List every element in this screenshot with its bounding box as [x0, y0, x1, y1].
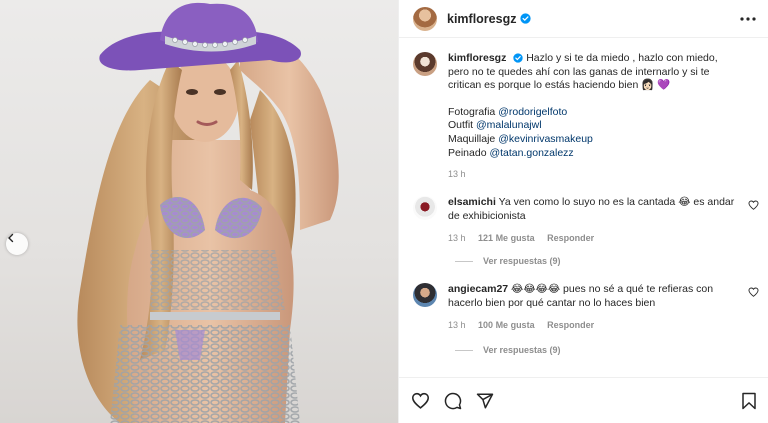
- reply-button[interactable]: Responder: [547, 233, 594, 243]
- like-button[interactable]: [411, 392, 430, 409]
- comments-list[interactable]: kimfloresgz Hazlo y si te da miedo , haz…: [399, 39, 768, 369]
- comment-username[interactable]: elsamichi: [448, 196, 496, 208]
- credit-line: Maquillaje @kevinrivasmakeup: [448, 132, 593, 145]
- view-replies-button[interactable]: Ver respuestas (9): [455, 256, 561, 266]
- reply-button[interactable]: Responder: [547, 320, 594, 330]
- post-header: kimfloresgz: [399, 0, 768, 38]
- like-comment-icon[interactable]: [748, 287, 759, 297]
- post-caption: kimfloresgz Hazlo y si te da miedo , haz…: [399, 39, 768, 182]
- more-options-icon[interactable]: [740, 16, 756, 21]
- save-button[interactable]: [741, 392, 757, 410]
- carousel-prev-button[interactable]: [6, 233, 28, 255]
- comment-meta: 13 h 100 Me gusta Responder: [448, 319, 738, 333]
- like-comment-icon[interactable]: [748, 200, 759, 210]
- caption-time[interactable]: 13 h: [448, 169, 466, 179]
- post-photo: [77, 2, 339, 423]
- comment-likes[interactable]: 100 Me gusta: [478, 320, 535, 330]
- purple-heart-emoji: 💜: [657, 79, 671, 92]
- post-author-username[interactable]: kimfloresgz: [447, 12, 516, 26]
- comment-time[interactable]: 13 h: [448, 320, 466, 330]
- credit-line: Outfit @malalunajwl: [448, 119, 542, 132]
- replies-divider: [455, 260, 473, 262]
- caption-username[interactable]: kimfloresgz: [448, 52, 506, 64]
- avatar[interactable]: [413, 196, 437, 220]
- caption-meta: 13 h: [448, 168, 738, 182]
- mention-link[interactable]: @malalunajwl: [476, 119, 542, 131]
- comment-button[interactable]: [444, 392, 462, 410]
- post-media[interactable]: [0, 0, 398, 423]
- woman-emoji: 👩🏻: [641, 79, 655, 92]
- comment-likes[interactable]: 121 Me gusta: [478, 233, 535, 243]
- replies-divider: [455, 349, 473, 351]
- view-replies-label: Ver respuestas (9): [483, 256, 561, 266]
- avatar[interactable]: [413, 6, 437, 31]
- verified-icon: [513, 53, 523, 63]
- post-sidebar: kimfloresgz kimfloresgz Hazlo y si te da…: [398, 0, 768, 423]
- comment-meta: 13 h 121 Me gusta Responder: [448, 232, 738, 246]
- avatar[interactable]: [413, 283, 437, 307]
- instagram-post: kimfloresgz kimfloresgz Hazlo y si te da…: [0, 0, 768, 423]
- credit-line: Fotografia @rodorigelfoto: [448, 105, 568, 118]
- comment-item: angiecam27 😂😂😂😂 pues no sé a qué te refi…: [413, 283, 763, 332]
- save-icon: [742, 392, 756, 409]
- verified-icon: [520, 13, 532, 24]
- post-action-bar: [399, 377, 768, 423]
- view-replies-label: Ver respuestas (9): [483, 345, 561, 355]
- like-icon: [411, 392, 430, 409]
- mention-link[interactable]: @tatan.gonzalezz: [489, 147, 573, 159]
- comment-item: elsamichi Ya ven como lo suyo no es la c…: [413, 196, 763, 245]
- credit-line: Peinado @tatan.gonzalezz: [448, 146, 574, 159]
- avatar[interactable]: [413, 52, 437, 76]
- comment-username[interactable]: angiecam27: [448, 283, 508, 295]
- mention-link[interactable]: @rodorigelfoto: [498, 106, 567, 118]
- share-icon: [476, 393, 494, 408]
- mention-link[interactable]: @kevinrivasmakeup: [498, 133, 593, 145]
- view-replies-button[interactable]: Ver respuestas (9): [455, 345, 561, 355]
- carousel-prev-icon: [8, 233, 14, 243]
- comment-icon: [444, 392, 462, 409]
- comment-time[interactable]: 13 h: [448, 233, 466, 243]
- share-button[interactable]: [476, 392, 494, 410]
